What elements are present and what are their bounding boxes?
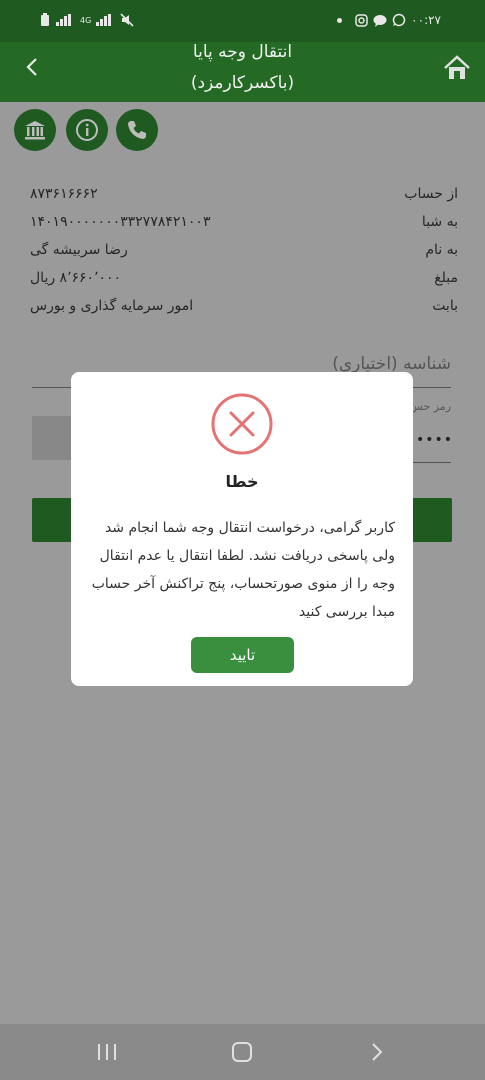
- confirm-button[interactable]: تایید: [191, 637, 294, 673]
- detail-value: ۸۷۳۶۱۶۶۶۲: [30, 186, 98, 202]
- error-icon: [211, 393, 273, 455]
- home-icon[interactable]: [443, 54, 471, 82]
- bank-icon: [25, 121, 45, 140]
- detail-row-purpose: بابت امور سرمایه گذاری و بورس: [30, 298, 458, 324]
- status-icons-left: 4G: [40, 13, 134, 27]
- back-nav-icon[interactable]: [362, 1040, 392, 1064]
- app-bar: انتقال وجه پایا (باکسرکارمزد): [0, 42, 485, 102]
- detail-label: بابت: [432, 298, 458, 314]
- call-button[interactable]: [116, 109, 158, 151]
- detail-row-from-account: از حساب ۸۷۳۶۱۶۶۶۲: [30, 186, 458, 212]
- system-nav-bar: [0, 1024, 485, 1080]
- signal-icon: [56, 14, 71, 26]
- status-bar: 4G ۰۰:۲۷: [0, 0, 485, 42]
- notification-dot-icon: [337, 17, 343, 23]
- bank-button[interactable]: [14, 109, 56, 151]
- instagram-icon: [355, 13, 368, 27]
- detail-row-recipient: به نام رضا سربیشه گی: [30, 242, 458, 268]
- phone-icon: [128, 121, 146, 139]
- svg-text:4G: 4G: [80, 16, 91, 25]
- detail-value: امور سرمایه گذاری و بورس: [30, 298, 194, 314]
- password-field-label: رمز حس: [409, 400, 451, 413]
- detail-value: ۱۴۰۱۹۰۰۰۰۰۰۰۳۳۲۷۷۸۴۲۱۰۰۳: [30, 214, 211, 230]
- status-icons-right: ۰۰:۲۷: [337, 13, 441, 27]
- recent-apps-icon[interactable]: [92, 1040, 122, 1064]
- dialog-title: خطا: [225, 472, 259, 491]
- detail-label: به نام: [425, 242, 458, 258]
- info-icon: [76, 119, 98, 141]
- battery-icon: [41, 13, 49, 26]
- 4g-signal-icon: 4G: [80, 14, 111, 26]
- detail-label: از حساب: [404, 186, 458, 202]
- info-button[interactable]: [66, 109, 108, 151]
- home-nav-icon[interactable]: [227, 1040, 257, 1064]
- detail-row-amount: مبلغ ۸٬۶۶۰٬۰۰۰ ریال: [30, 270, 458, 296]
- page-subtitle: (باکسرکارمزد): [190, 73, 295, 93]
- detail-label: به شبا: [421, 214, 458, 230]
- error-dialog: خطا کاربر گرامی، درخواست انتقال وجه شما …: [71, 372, 413, 686]
- detail-value: ۸٬۶۶۰٬۰۰۰ ریال: [30, 270, 122, 286]
- detail-row-to-sheba: به شبا ۱۴۰۱۹۰۰۰۰۰۰۰۳۳۲۷۷۸۴۲۱۰۰۳: [30, 214, 458, 240]
- detail-value: رضا سربیشه گی: [30, 242, 128, 258]
- id-field-label: شناسه (اختیاری): [332, 354, 451, 374]
- dialog-message: کاربر گرامی، درخواست انتقال وجه شما انجا…: [91, 520, 395, 620]
- detail-label: مبلغ: [434, 270, 458, 286]
- status-time: ۰۰:۲۷: [411, 13, 441, 27]
- page-title: انتقال وجه پایا: [192, 42, 293, 62]
- chat-icon: [373, 14, 387, 27]
- whatsapp-icon: [392, 13, 406, 27]
- mute-icon: [120, 13, 134, 27]
